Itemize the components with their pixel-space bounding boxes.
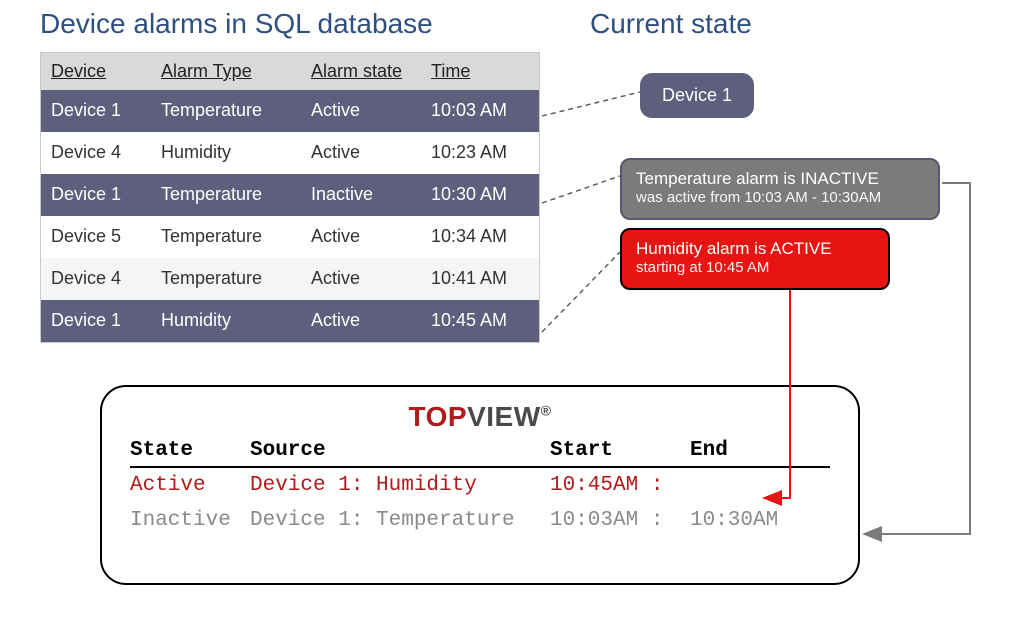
sql-alarms-table: Device Alarm Type Alarm state Time Devic…: [40, 52, 540, 343]
sql-cell-state: Active: [301, 300, 421, 342]
title-current-state: Current state: [590, 8, 752, 40]
sql-row: Device 4HumidityActive10:23 AM: [41, 132, 539, 174]
logo-registered: ®: [541, 403, 552, 419]
title-sql: Device alarms in SQL database: [40, 8, 433, 40]
tv-cell-end: 10:30AM: [690, 509, 830, 532]
topview-logo: TOPVIEW®: [130, 401, 830, 433]
sql-cell-time: 10:45 AM: [421, 300, 539, 342]
tv-cell-end: [690, 474, 830, 497]
sql-cell-device: Device 1: [41, 300, 151, 342]
topview-panel: TOPVIEW® State Source Start End ActiveDe…: [100, 385, 860, 585]
sql-cell-type: Temperature: [151, 90, 301, 132]
sql-row: Device 1TemperatureActive10:03 AM: [41, 90, 539, 132]
sql-cell-device: Device 1: [41, 90, 151, 132]
tv-cell-state: Inactive: [130, 509, 250, 532]
sql-cell-time: 10:41 AM: [421, 258, 539, 300]
col-device: Device: [41, 53, 151, 90]
tv-cell-start: 10:45AM :: [550, 474, 690, 497]
callout-temperature: Temperature alarm is INACTIVE was active…: [620, 158, 940, 220]
callout-temperature-title: Temperature alarm is INACTIVE: [636, 168, 924, 189]
sql-row: Device 5TemperatureActive10:34 AM: [41, 216, 539, 258]
sql-cell-time: 10:23 AM: [421, 132, 539, 174]
logo-part1: TOP: [409, 401, 468, 432]
callout-humidity-title: Humidity alarm is ACTIVE: [636, 238, 874, 259]
topview-row: InactiveDevice 1: Temperature10:03AM :10…: [130, 503, 830, 538]
tv-col-source: Source: [250, 439, 550, 462]
sql-row: Device 1HumidityActive10:45 AM: [41, 300, 539, 342]
sql-cell-type: Humidity: [151, 300, 301, 342]
topview-row: ActiveDevice 1: Humidity10:45AM :: [130, 468, 830, 503]
tv-cell-start: 10:03AM :: [550, 509, 690, 532]
sql-cell-state: Active: [301, 90, 421, 132]
tv-cell-source: Device 1: Temperature: [250, 509, 550, 532]
logo-part2: VIEW: [467, 401, 541, 432]
sql-cell-state: Active: [301, 258, 421, 300]
device-chip: Device 1: [640, 73, 754, 118]
sql-cell-type: Temperature: [151, 216, 301, 258]
callout-humidity: Humidity alarm is ACTIVE starting at 10:…: [620, 228, 890, 290]
tv-col-state: State: [130, 439, 250, 462]
sql-cell-device: Device 4: [41, 258, 151, 300]
callout-humidity-detail: starting at 10:45 AM: [636, 259, 874, 278]
sql-cell-device: Device 5: [41, 216, 151, 258]
sql-cell-state: Active: [301, 132, 421, 174]
tv-col-start: Start: [550, 439, 690, 462]
col-state: Alarm state: [301, 53, 421, 90]
sql-cell-state: Active: [301, 216, 421, 258]
sql-cell-time: 10:03 AM: [421, 90, 539, 132]
tv-col-end: End: [690, 439, 830, 462]
sql-cell-type: Temperature: [151, 258, 301, 300]
col-time: Time: [421, 53, 539, 90]
col-type: Alarm Type: [151, 53, 301, 90]
sql-cell-time: 10:30 AM: [421, 174, 539, 216]
sql-cell-type: Temperature: [151, 174, 301, 216]
sql-cell-device: Device 1: [41, 174, 151, 216]
sql-table-header: Device Alarm Type Alarm state Time: [41, 53, 539, 90]
topview-header: State Source Start End: [130, 433, 830, 468]
sql-cell-device: Device 4: [41, 132, 151, 174]
tv-cell-source: Device 1: Humidity: [250, 474, 550, 497]
sql-cell-type: Humidity: [151, 132, 301, 174]
sql-row: Device 1TemperatureInactive10:30 AM: [41, 174, 539, 216]
tv-cell-state: Active: [130, 474, 250, 497]
sql-cell-state: Inactive: [301, 174, 421, 216]
callout-temperature-detail: was active from 10:03 AM - 10:30AM: [636, 189, 924, 208]
sql-row: Device 4TemperatureActive10:41 AM: [41, 258, 539, 300]
sql-cell-time: 10:34 AM: [421, 216, 539, 258]
